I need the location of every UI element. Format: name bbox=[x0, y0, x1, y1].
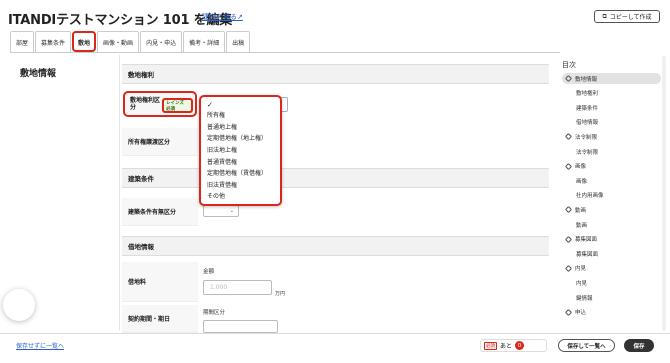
back-without-save-link[interactable]: 保存せずに一覧へ bbox=[16, 341, 64, 350]
reins-required-badge: レインズ 必須 bbox=[162, 98, 193, 113]
toc-item[interactable]: 建築条件 bbox=[562, 102, 598, 113]
toc-item[interactable]: 募集図面 bbox=[562, 248, 598, 259]
field-label-chidai: 借地料 bbox=[122, 262, 198, 302]
toc-item[interactable]: 内見 bbox=[562, 277, 587, 288]
chidai-amount-label: 金額 bbox=[203, 269, 215, 275]
toc-item[interactable]: 法令制限 bbox=[562, 146, 598, 157]
left-pane bbox=[10, 55, 120, 330]
dropdown-option[interactable]: 普通賃借権 bbox=[207, 155, 280, 167]
section-heading: 敷地情報 bbox=[20, 69, 57, 79]
tag-icon bbox=[564, 308, 573, 316]
toc-item[interactable]: 画像 bbox=[562, 175, 587, 186]
required-count-badge: 0 bbox=[515, 341, 525, 350]
checkmark-icon[interactable]: ✓ bbox=[207, 100, 280, 109]
toc-item[interactable]: 申込 bbox=[562, 307, 586, 318]
copy-create-label: コピーして作成 bbox=[609, 14, 652, 21]
dropdown-option[interactable]: 所有権 bbox=[207, 109, 280, 121]
toc-item-label: 申込 bbox=[575, 310, 587, 317]
toc-item-label: 内見 bbox=[576, 280, 588, 287]
field-label-joto: 所有権譲渡区分 bbox=[122, 128, 198, 156]
tab-viewing[interactable]: 内見・申込 bbox=[140, 31, 183, 52]
toc-item[interactable]: 募集図面 bbox=[562, 234, 597, 245]
tab-publish[interactable]: 出稿 bbox=[226, 31, 251, 52]
dropdown-option[interactable]: 旧法賃借権 bbox=[207, 179, 280, 191]
toc-title: 目次 bbox=[562, 61, 576, 69]
toc-item[interactable]: 借地情報 bbox=[562, 117, 598, 128]
required-prefix: あと bbox=[500, 343, 513, 350]
toc-item[interactable]: 敷地情報 bbox=[562, 73, 661, 84]
tag-icon bbox=[564, 74, 573, 83]
toc-item[interactable]: 動画 bbox=[562, 219, 587, 230]
chevron-down-icon: ⌄ bbox=[229, 208, 234, 214]
toc-item-label: 社内用画像 bbox=[576, 193, 604, 200]
toc-scrollbar[interactable] bbox=[662, 56, 666, 331]
tab-conditions[interactable]: 募集条件 bbox=[35, 31, 72, 52]
view-building-link-label[interactable]: 建物を見る bbox=[202, 13, 237, 21]
copy-create-button[interactable]: ⧉ コピーして作成 bbox=[594, 10, 660, 23]
copy-icon: ⧉ bbox=[602, 12, 607, 20]
toc-item[interactable]: 動画 bbox=[562, 204, 586, 215]
toc-item-label: 法令制限 bbox=[575, 134, 598, 141]
toc-item[interactable]: 法令制限 bbox=[562, 131, 597, 142]
toc-item-label: 内見 bbox=[575, 266, 587, 273]
toc-item-label: 建築条件 bbox=[576, 105, 599, 112]
tag-icon bbox=[564, 264, 573, 272]
toc-item-label: 動画 bbox=[575, 207, 587, 214]
dropdown-option[interactable]: その他 bbox=[207, 190, 280, 202]
save-button[interactable]: 保存 bbox=[624, 339, 654, 352]
field-label-kenchiku: 建築条件有無区分 bbox=[122, 198, 198, 226]
toc-item-label: 募集図面 bbox=[576, 251, 599, 258]
floating-help-button[interactable] bbox=[3, 289, 35, 321]
toc-item-label: 画像 bbox=[575, 164, 587, 171]
tag-icon bbox=[564, 235, 573, 243]
toc-item-label: 募集図面 bbox=[575, 237, 598, 244]
view-building-link[interactable]: 建物を見る↗ bbox=[202, 12, 243, 22]
tab-site[interactable]: 敷地 bbox=[72, 31, 97, 52]
toc-item[interactable]: 敷地権利 bbox=[562, 88, 598, 99]
chidai-input[interactable]: 1,000 bbox=[203, 280, 272, 295]
tag-icon bbox=[564, 133, 573, 141]
toc-item-label: 法令制限 bbox=[576, 149, 599, 156]
toc-item-label: 敷地権利 bbox=[576, 91, 599, 98]
toc-item[interactable]: 画像 bbox=[562, 161, 586, 172]
toc-item-label: 借地情報 bbox=[576, 120, 599, 127]
toc-item-label: 画像 bbox=[576, 178, 588, 185]
required-remaining-indicator: 必須 あと 0 bbox=[480, 339, 547, 352]
toc-item-label: 動画 bbox=[576, 222, 588, 229]
required-tag: 必須 bbox=[484, 341, 497, 350]
section-building-conditions: 建築条件 bbox=[122, 168, 549, 188]
kikan-type-label: 期間区分 bbox=[203, 310, 226, 316]
dropdown-option[interactable]: 定期借地権（賃借権） bbox=[207, 167, 280, 179]
external-link-icon: ↗ bbox=[237, 13, 243, 21]
toc-item[interactable]: 鍵情報 bbox=[562, 292, 593, 303]
page-title: ITANDIテストマンション 101 を編集 bbox=[8, 13, 233, 28]
dropdown-option[interactable]: 旧法地上権 bbox=[207, 144, 280, 156]
kikan-select[interactable] bbox=[203, 320, 278, 333]
field-label-kikan: 契約期間・期日 bbox=[122, 305, 198, 333]
dropdown-option[interactable]: 定期借地権（地上権） bbox=[207, 132, 280, 144]
kenchiku-select[interactable]: ⌄ bbox=[203, 205, 239, 217]
save-and-list-button[interactable]: 保存して一覧へ bbox=[558, 339, 615, 352]
kubun-dropdown-menu: ✓ 所有権 普通地上権 定期借地権（地上権） 旧法地上権 普通賃借権 定期借地権… bbox=[199, 95, 282, 206]
section-leasehold: 借地情報 bbox=[122, 236, 549, 256]
toc-item[interactable]: 社内用画像 bbox=[562, 190, 604, 201]
tab-room[interactable]: 部屋 bbox=[10, 31, 35, 52]
section-site-rights: 敷地権利 bbox=[122, 64, 549, 84]
tag-icon bbox=[564, 162, 573, 170]
toc-item[interactable]: 内見 bbox=[562, 263, 586, 274]
toc-item-label: 敷地情報 bbox=[575, 76, 598, 83]
tag-icon bbox=[564, 206, 573, 214]
tab-media[interactable]: 画像・動画 bbox=[97, 31, 140, 52]
dropdown-option[interactable]: 普通地上権 bbox=[207, 121, 280, 133]
tab-bar: 部屋 募集条件 敷地 画像・動画 内見・申込 備考・詳細 出稿 bbox=[10, 31, 560, 53]
chidai-unit: 万円 bbox=[275, 291, 286, 297]
field-label-kubun-text: 敷地権利区分 bbox=[130, 96, 161, 111]
tab-notes[interactable]: 備考・詳細 bbox=[183, 31, 226, 52]
toc-item-label: 鍵情報 bbox=[576, 295, 593, 302]
